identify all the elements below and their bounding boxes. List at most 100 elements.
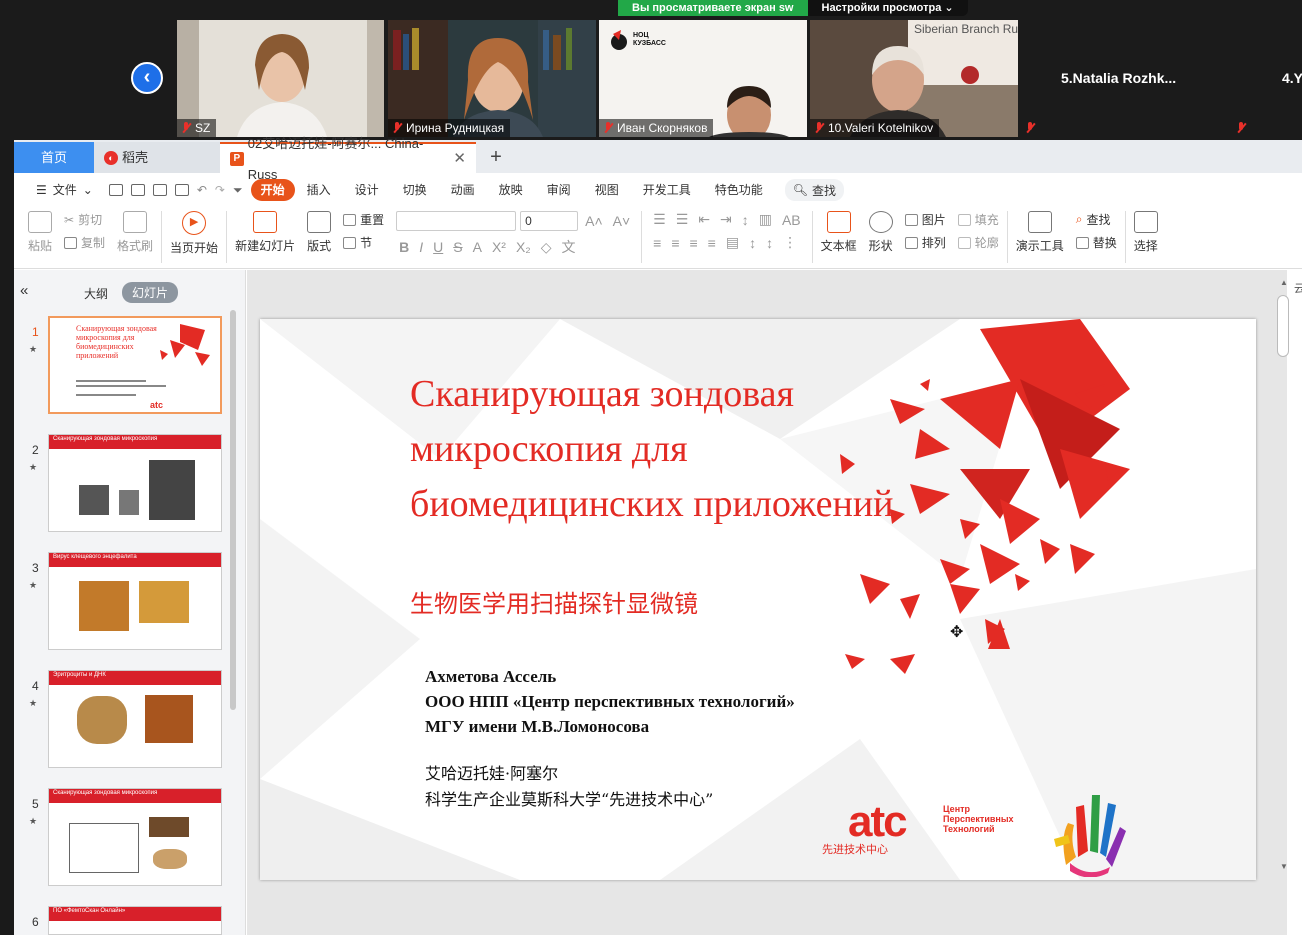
columns-icon[interactable]: ▥ [756,211,775,228]
slide-thumbnail[interactable]: Сканирующая зондовая микроскопия [48,788,222,886]
collapse-panel-icon[interactable]: « [20,282,28,299]
tab-slides[interactable]: 幻灯片 [122,282,179,303]
slide-thumbnail[interactable]: ПО «ФемтоСкан Онлайн» [48,906,222,935]
textbox-button[interactable]: 文本框 [815,211,863,254]
cut-button[interactable]: ✂ 剪切 [64,211,102,228]
print-preview-icon[interactable] [152,184,167,196]
preview-icon[interactable] [174,184,189,196]
justify-icon[interactable]: ≡ [705,235,719,251]
slide-title[interactable]: Сканирующая зондовая микроскопия для био… [410,367,930,532]
slide-editing-area: Сканирующая зондовая микроскопия для био… [247,270,1287,935]
view-settings-button[interactable]: Настройки просмотра ⌄ [807,0,968,16]
slide-thumbnail-panel: « 大纲 幻灯片 1 ★ Сканирующая зондовая микрос… [14,270,246,935]
play-from-current-button[interactable]: ▶ 当页开始 [164,211,224,256]
font-name-select[interactable] [396,211,517,231]
menu-review[interactable]: 审阅 [535,179,583,201]
slide-thumbnail[interactable]: Сканирующая зондовая микроскопия [48,434,222,532]
muted-mic-icon [181,122,191,134]
slide-subtitle-zh[interactable]: 生物医学用扫描探针显微镜 [410,584,698,619]
author-info-zh[interactable]: 艾哈迈托娃·阿塞尔 科学生产企业莫斯科大学“先进技术中心” [425,761,713,813]
align-right-icon[interactable]: ≡ [686,235,700,251]
menu-view[interactable]: 视图 [583,179,631,201]
tab-home[interactable]: 首页 [14,142,94,173]
video-tile[interactable]: НОЦ КУЗБАСС Иван Скорняков [599,20,807,137]
shape-icon [868,211,893,233]
subscript-icon[interactable]: X₂ [513,239,534,255]
menu-file[interactable]: ☰ 文件 ⌄ [24,179,105,201]
scroll-up-arrow-icon[interactable]: ▲ [1280,278,1288,287]
distribute-icon[interactable]: ▤ [723,234,742,251]
fill-button[interactable]: 填充 [957,211,999,228]
tab-current-document[interactable]: P 02艾哈迈托娃-阿赛尔... China-Russ ✕ [220,136,476,182]
slide-number: 1 [32,325,39,339]
indent-icon[interactable]: ⇥ [717,211,735,228]
search-button[interactable]: 🔍︎ 查找 [784,179,844,201]
scroll-down-arrow-icon[interactable]: ▼ [1280,862,1288,871]
shape-button[interactable]: 形状 [863,211,899,254]
outdent-icon[interactable]: ⇤ [695,211,713,228]
section-button[interactable]: 节 [343,234,372,251]
video-tile[interactable]: Ирина Рудницкая [388,20,596,137]
save-icon[interactable] [108,184,123,196]
author-info[interactable]: Ахметова Ассель ООО НПП «Центр перспекти… [425,664,795,739]
superscript-icon[interactable]: X² [489,239,509,255]
close-tab-icon[interactable]: ✕ [453,143,466,174]
new-slide-button[interactable]: 新建幻灯片 [229,211,301,254]
replace-button[interactable]: 替换 [1075,234,1117,251]
bold-icon[interactable]: B [396,239,412,255]
layout-button[interactable]: 版式 [301,211,337,254]
font-color-icon[interactable]: A [470,239,485,255]
redo-icon[interactable]: ↷ [211,183,229,197]
video-tile[interactable]: 5.Natalia Rozhk... [1021,20,1229,137]
copy-button[interactable]: 复制 [64,234,105,251]
strikethrough-icon[interactable]: S [450,239,465,255]
slide-thumbnail[interactable]: Сканирующая зондовая микроскопия для био… [48,316,222,414]
menu-developer[interactable]: 开发工具 [631,179,703,201]
undo-icon[interactable]: ↶ [193,183,211,197]
tab-docer[interactable]: ◐ 稻壳 [94,142,220,173]
select-icon [1133,211,1158,233]
paragraph-spacing-icon[interactable]: ↕ [763,235,776,251]
vertical-scrollbar-thumb[interactable] [1277,295,1289,357]
new-tab-button[interactable]: + [476,142,516,173]
previous-page-icon[interactable]: ‹ [131,62,163,94]
align-text-icon[interactable]: AB [779,212,804,228]
clear-format-icon[interactable]: ◇ [538,239,555,256]
align-center-icon[interactable]: ≡ [668,235,682,251]
menu-slideshow[interactable]: 放映 [487,179,535,201]
video-tile[interactable]: SZ [177,20,384,137]
text-direction-icon[interactable]: ↕ [739,212,752,228]
grow-font-icon[interactable]: A˄ [582,213,606,229]
find-button[interactable]: ⌕ 查找 [1076,211,1111,228]
select-button[interactable]: 选择 [1128,211,1164,254]
slide-thumbnail[interactable]: Эритроциты и ДНК [48,670,222,768]
print-icon[interactable] [130,184,145,196]
numbering-icon[interactable]: ☰ [673,211,692,228]
slide-thumbnail[interactable]: Вирус клещевого энцефалита [48,552,222,650]
smart-art-icon[interactable]: ⋮ [780,234,800,251]
bullets-icon[interactable]: ☰ [650,211,669,228]
presentation-tools-button[interactable]: 演示工具 [1010,211,1070,254]
format-painter-button[interactable]: 格式刷 [111,211,159,254]
reset-button[interactable]: 重置 [343,211,384,228]
arrange-button[interactable]: 排列 [904,234,946,251]
picture-button[interactable]: 图片 [904,211,946,228]
tab-outline[interactable]: 大纲 [84,285,108,302]
video-tile[interactable]: 4.Y [1232,20,1302,137]
font-size-select[interactable]: 0 [520,211,579,231]
panel-scrollbar[interactable] [230,310,236,710]
align-left-icon[interactable]: ≡ [650,235,664,251]
atc-logo-subtitle: Центр Перспективных Технологий [943,804,1014,834]
video-tile[interactable]: Siberian Branch Russian Academ 10.Valeri… [810,20,1018,137]
pinyin-icon[interactable]: 文 [559,237,579,257]
shrink-font-icon[interactable]: A˅ [610,213,634,229]
italic-icon[interactable]: I [416,239,426,255]
current-slide[interactable]: Сканирующая зондовая микроскопия для био… [260,319,1256,880]
participant-name-label: 10.Valeri Kotelnikov [810,119,940,137]
paste-button[interactable]: 粘贴 [22,211,58,254]
line-spacing-icon[interactable]: ↕ [746,235,759,251]
divider [1124,211,1126,263]
outline-button[interactable]: 轮廓 [957,234,999,251]
underline-icon[interactable]: U [430,239,446,255]
menu-features[interactable]: 特色功能 [703,179,775,201]
